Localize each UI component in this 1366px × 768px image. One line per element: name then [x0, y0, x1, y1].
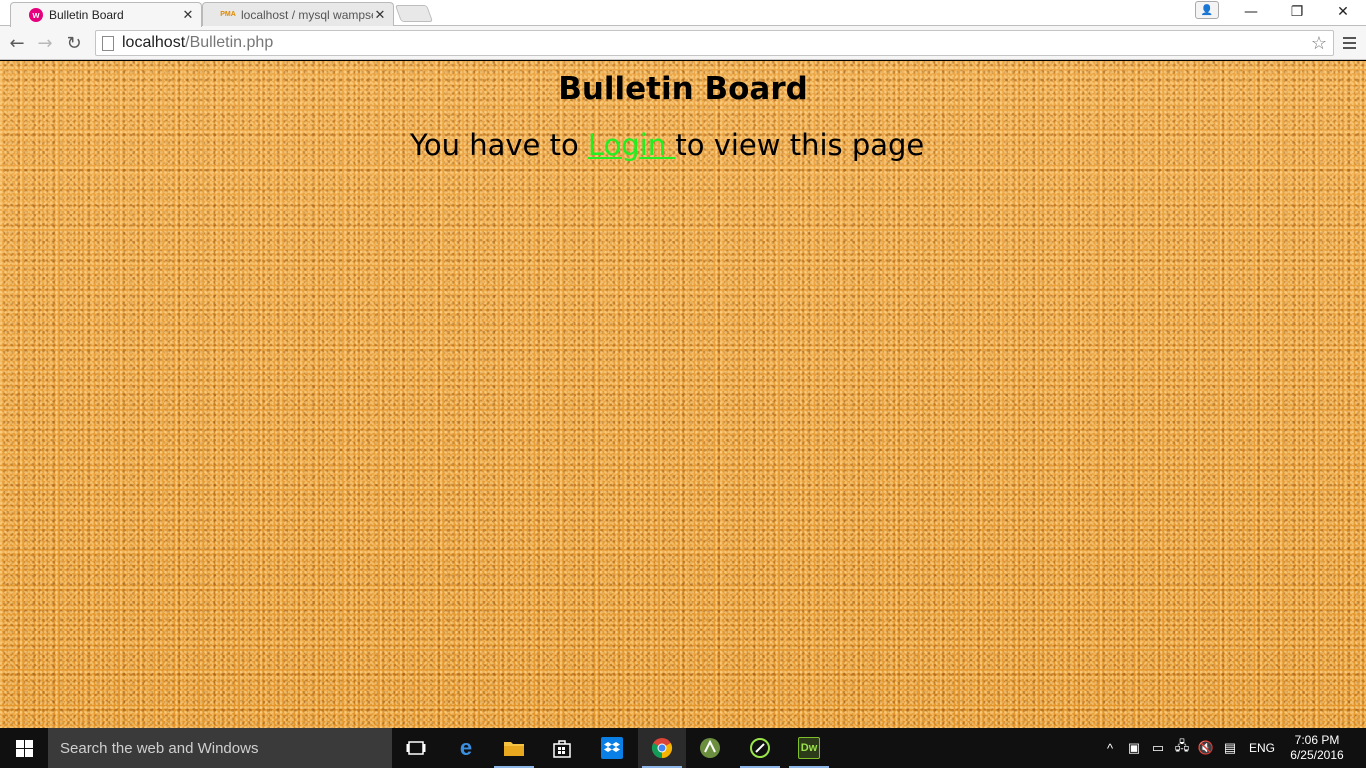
tab-title: localhost / mysql wampse: [241, 7, 373, 22]
close-tab-icon[interactable]: ✕: [373, 7, 387, 23]
forward-button[interactable]: →: [33, 31, 57, 55]
file-explorer-button[interactable]: [490, 728, 538, 768]
login-required-message: You have to Login to view this page: [410, 128, 924, 162]
chevron-up-icon[interactable]: ^: [1098, 741, 1122, 756]
edge-icon: e: [459, 735, 473, 760]
message-prefix: You have to: [410, 128, 588, 162]
login-link[interactable]: Login: [588, 128, 675, 162]
network-icon[interactable]: 🖧: [1170, 737, 1194, 759]
dreamweaver-button[interactable]: Dw: [785, 728, 833, 768]
pma-icon: PMA: [220, 11, 236, 18]
chrome-button[interactable]: [638, 728, 686, 768]
system-tray: ^ ▣ ▭ 🖧 🔇 ▤ ENG 7:06 PM 6/25/2016: [1098, 728, 1366, 768]
url-host: localhost: [122, 34, 186, 51]
bookmark-star-icon[interactable]: ☆: [1311, 33, 1327, 54]
task-view-icon: [405, 737, 427, 759]
battery-icon[interactable]: ▭: [1146, 740, 1170, 756]
new-tab-button[interactable]: [394, 5, 434, 22]
android-studio-button[interactable]: [686, 728, 734, 768]
windows-logo-icon: [15, 739, 33, 757]
tab-title: Bulletin Board: [49, 8, 124, 22]
app-button[interactable]: [736, 728, 784, 768]
taskbar: Search the web and Windows e Dw ^ ▣ ▭ 🖧 …: [0, 728, 1366, 768]
profile-icon[interactable]: 👤: [1195, 1, 1219, 19]
task-view-button[interactable]: [392, 728, 440, 768]
page-icon: [102, 35, 114, 51]
page-title: Bulletin Board: [558, 71, 808, 107]
dropbox-icon: [601, 737, 623, 759]
reload-icon: ↻: [66, 32, 82, 54]
tab-bulletin-board[interactable]: w Bulletin Board ✕: [10, 2, 202, 27]
browser-toolbar: ← → ↻ localhost /Bulletin.php ☆: [0, 26, 1366, 60]
message-icon[interactable]: ▤: [1218, 740, 1242, 756]
dreamweaver-icon: Dw: [798, 737, 820, 759]
tab-strip: w Bulletin Board ✕ PMA localhost / mysql…: [0, 0, 1366, 27]
clock-date: 6/25/2016: [1290, 748, 1344, 762]
chrome-icon: [651, 737, 673, 759]
back-arrow-icon: ←: [9, 32, 25, 54]
minimize-button[interactable]: —: [1228, 0, 1274, 24]
tab-phpmyadmin[interactable]: PMA localhost / mysql wampse ✕: [202, 2, 394, 26]
dropbox-tray-icon[interactable]: ▣: [1122, 740, 1146, 756]
back-button[interactable]: ←: [5, 31, 29, 55]
taskbar-search-box[interactable]: Search the web and Windows: [48, 728, 392, 768]
app-icon: [749, 737, 771, 759]
edge-button[interactable]: e: [442, 728, 490, 768]
store-icon: [551, 737, 573, 759]
wamp-icon: w: [29, 8, 43, 22]
folder-icon: [503, 737, 525, 759]
address-bar[interactable]: localhost /Bulletin.php ☆: [95, 30, 1334, 56]
close-tab-icon[interactable]: ✕: [181, 7, 195, 23]
page-viewport: Bulletin Board You have to Login to view…: [0, 61, 1366, 728]
url-path: /Bulletin.php: [185, 34, 274, 51]
maximize-button[interactable]: ❐: [1274, 0, 1320, 24]
chrome-menu-button[interactable]: [1338, 32, 1360, 54]
volume-muted-icon[interactable]: 🔇: [1194, 740, 1218, 756]
search-placeholder: Search the web and Windows: [60, 739, 259, 757]
dropbox-button[interactable]: [588, 728, 636, 768]
android-studio-icon: [699, 737, 721, 759]
reload-button[interactable]: ↻: [62, 31, 86, 55]
message-suffix: to view this page: [675, 128, 925, 162]
close-window-button[interactable]: ✕: [1320, 0, 1366, 24]
clock-time: 7:06 PM: [1294, 733, 1340, 747]
language-indicator[interactable]: ENG: [1242, 741, 1282, 755]
clock[interactable]: 7:06 PM 6/25/2016: [1282, 733, 1352, 763]
store-button[interactable]: [538, 728, 586, 768]
window-controls: — ❐ ✕: [1228, 0, 1366, 24]
forward-arrow-icon: →: [37, 32, 53, 54]
start-button[interactable]: [0, 728, 48, 768]
